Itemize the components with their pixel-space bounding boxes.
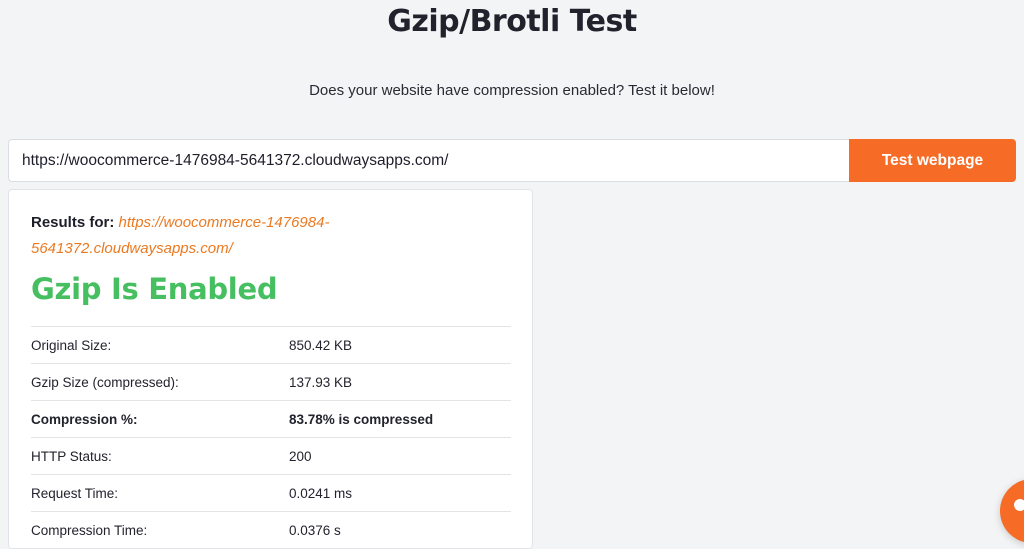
row-value: 850.42 KB — [289, 337, 353, 353]
results-for-label: Results for: — [31, 214, 115, 231]
row-value: 200 — [289, 448, 312, 464]
results-card: Results for: https://woocommerce-1476984… — [8, 189, 533, 549]
test-webpage-button[interactable]: Test webpage — [849, 139, 1016, 182]
page-subtitle: Does your website have compression enabl… — [309, 82, 715, 99]
row-label: Gzip Size (compressed): — [31, 374, 179, 390]
row-value: 0.0376 s — [289, 522, 341, 538]
row-label: Compression Time: — [31, 522, 148, 538]
page-title: Gzip/Brotli Test — [387, 4, 637, 39]
test-form: Test webpage — [8, 139, 1016, 182]
row-value: 0.0241 ms — [289, 485, 353, 501]
table-row-compression-percent: Compression %: 83.78% is compressed — [31, 400, 511, 437]
row-label: Request Time: — [31, 485, 119, 501]
results-for: Results for: https://woocommerce-1476984… — [31, 210, 371, 262]
table-row-http-status: HTTP Status: 200 — [31, 437, 511, 474]
table-row-original-size: Original Size: 850.42 KB — [31, 326, 511, 363]
compression-status-heading: Gzip Is Enabled — [31, 272, 278, 306]
table-row-compression-time: Compression Time: 0.0376 s — [31, 511, 511, 548]
row-label: Compression %: — [31, 411, 138, 427]
row-label: Original Size: — [31, 337, 112, 353]
chat-icon — [1014, 499, 1024, 511]
chat-widget-button[interactable] — [1000, 479, 1024, 543]
url-input[interactable] — [8, 139, 849, 182]
row-label: HTTP Status: — [31, 448, 112, 464]
row-value: 137.93 KB — [289, 374, 353, 390]
results-table: Original Size: 850.42 KB Gzip Size (comp… — [31, 326, 511, 548]
table-row-request-time: Request Time: 0.0241 ms — [31, 474, 511, 511]
table-row-gzip-size: Gzip Size (compressed): 137.93 KB — [31, 363, 511, 400]
row-value: 83.78% is compressed — [289, 411, 434, 427]
